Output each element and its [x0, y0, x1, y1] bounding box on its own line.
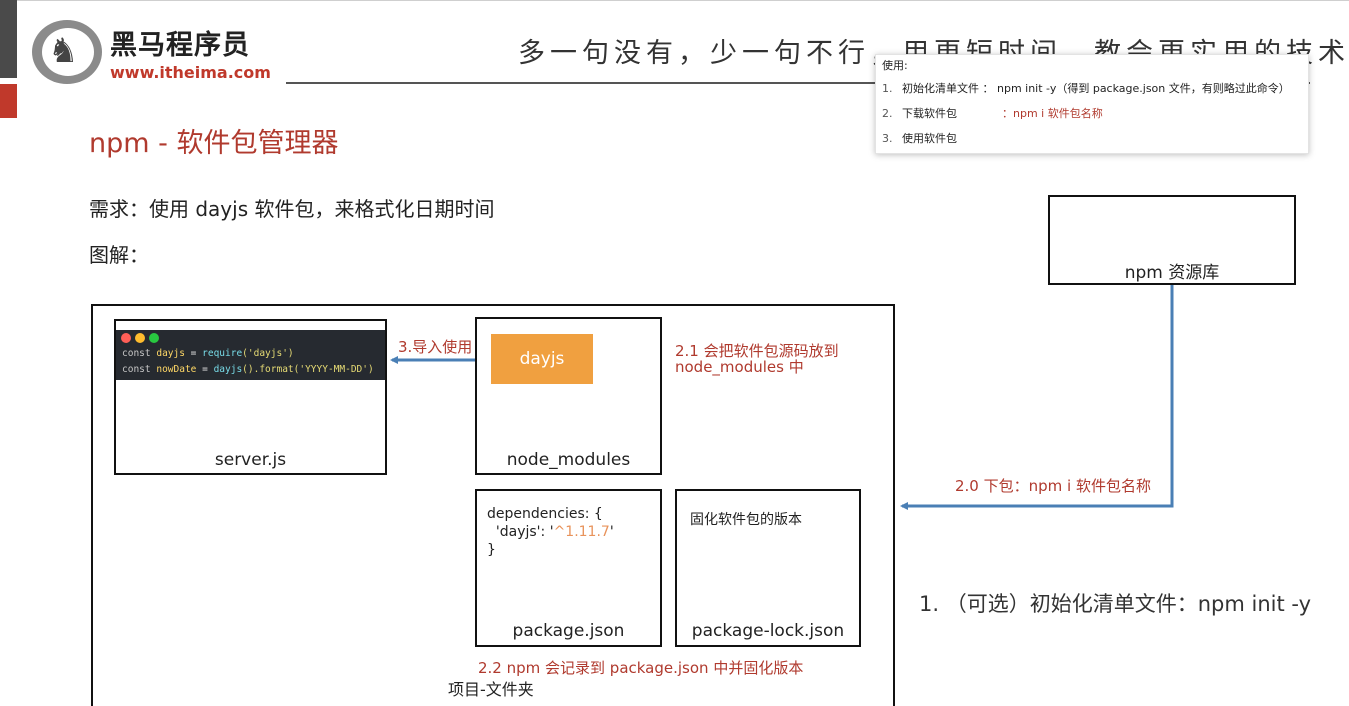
optional-init-step: 1. （可选）初始化清单文件：npm init -y [919, 592, 1312, 616]
copy-annotation-line-2: node_modules 中 [675, 358, 804, 376]
download-arrow [900, 285, 1174, 510]
download-annotation: 2.0 下包：npm i 软件包名称 [955, 477, 1151, 495]
project-folder-label: 项目-文件夹 [448, 680, 534, 699]
record-annotation: 2.2 npm 会记录到 package.json 中并固化版本 [478, 659, 804, 677]
import-annotation: 3.导入使用 [398, 338, 473, 356]
